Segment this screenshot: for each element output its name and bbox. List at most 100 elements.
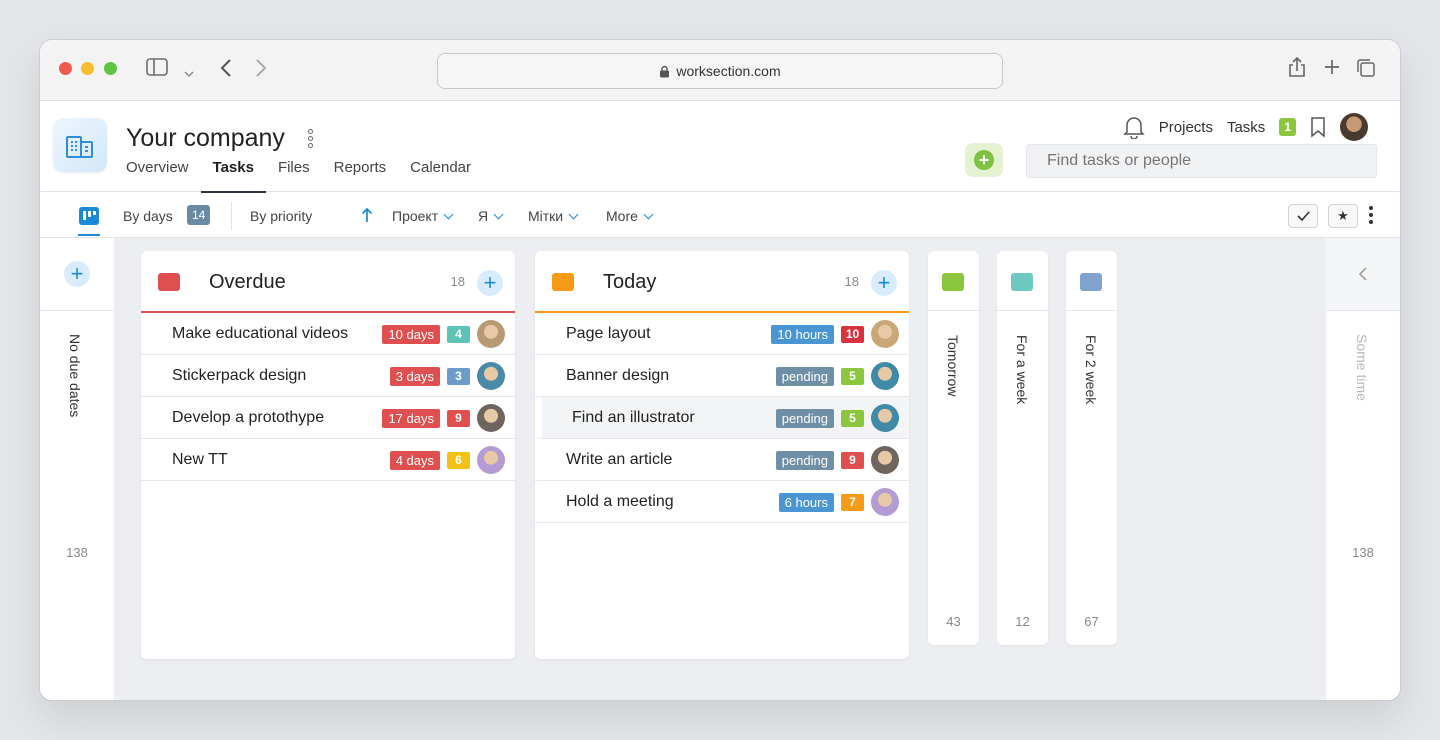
main-tabs: Overview Tasks Files Reports Calendar (126, 159, 483, 193)
user-avatar[interactable] (1340, 113, 1368, 141)
task-name[interactable]: Banner design (566, 367, 669, 385)
overdue-column: Overdue 18 + Make educational videos 10 d… (141, 251, 515, 659)
star-button[interactable]: ★ (1328, 204, 1358, 228)
maximize-dot[interactable] (104, 62, 117, 75)
task-due-label: 6 hours (778, 492, 834, 512)
lock-icon (660, 65, 670, 77)
tomorrow-label: Tomorrow (945, 335, 961, 397)
assignee-avatar[interactable] (871, 404, 899, 432)
task-priority: 3 (447, 367, 470, 385)
overdue-count: 18 (450, 274, 465, 289)
divider (231, 202, 232, 230)
some-time-count: 138 (1352, 545, 1374, 560)
collapse-left-icon[interactable] (1358, 266, 1368, 282)
tab-reports[interactable]: Reports (322, 159, 399, 192)
task-priority: 10 (841, 325, 864, 343)
filter-more[interactable]: More (606, 208, 654, 224)
filter-project[interactable]: Проект (392, 208, 454, 224)
assignee-avatar[interactable] (477, 320, 505, 348)
two-weeks-label: For 2 week (1083, 335, 1099, 405)
new-tab-icon[interactable] (1323, 58, 1341, 80)
sidebar-toggle-icon[interactable] (146, 58, 168, 80)
tasks-badge[interactable]: 1 (1279, 118, 1296, 136)
chevron-down-icon[interactable] (184, 62, 194, 82)
more-menu-icon[interactable] (1369, 205, 1373, 228)
task-row[interactable]: Find an illustrator pending 5 (535, 397, 909, 439)
week-column[interactable]: For a week 12 (997, 251, 1048, 645)
back-icon[interactable] (220, 58, 232, 82)
nav-tasks[interactable]: Tasks (1227, 119, 1265, 136)
task-name[interactable]: Find an illustrator (572, 409, 695, 427)
filter-me[interactable]: Я (478, 208, 504, 224)
tab-overview[interactable]: Overview (126, 159, 201, 192)
assignee-avatar[interactable] (871, 446, 899, 474)
add-today-button[interactable]: + (871, 270, 897, 296)
today-count: 18 (844, 274, 859, 289)
company-logo[interactable] (53, 118, 107, 172)
view-underline (78, 234, 100, 236)
assignee-avatar[interactable] (871, 488, 899, 516)
filter-more-label: More (606, 208, 638, 224)
filter-tags[interactable]: Мітки (528, 208, 579, 224)
tomorrow-color (942, 273, 964, 291)
assignee-avatar[interactable] (871, 362, 899, 390)
tab-tasks[interactable]: Tasks (200, 159, 267, 193)
task-due-label: 10 hours (771, 324, 834, 344)
tab-files[interactable]: Files (266, 159, 322, 192)
assignee-avatar[interactable] (477, 404, 505, 432)
today-task-list: Page layout 10 hours 10 Banner design pendin… (535, 313, 909, 523)
task-row[interactable]: Stickerpack design 3 days 3 (141, 355, 515, 397)
no-due-count: 138 (66, 545, 88, 560)
task-row[interactable]: Banner design pending 5 (535, 355, 909, 397)
add-no-due-button[interactable]: + (64, 261, 90, 287)
company-name[interactable]: Your company (126, 124, 285, 153)
some-time-label: Some time (1354, 334, 1370, 401)
address-bar[interactable]: worksection.com (437, 53, 1003, 89)
checkmark-button[interactable] (1288, 204, 1318, 228)
no-due-label: No due dates (67, 334, 83, 418)
board-view-icon[interactable] (79, 207, 99, 228)
assignee-avatar[interactable] (871, 320, 899, 348)
assignee-avatar[interactable] (477, 446, 505, 474)
week-label: For a week (1014, 335, 1030, 405)
task-name[interactable]: Stickerpack design (172, 367, 306, 385)
assignee-avatar[interactable] (477, 362, 505, 390)
task-name[interactable]: Develop a protothype (172, 409, 324, 427)
two-weeks-column[interactable]: For 2 week 67 (1066, 251, 1117, 645)
task-due-label: pending (775, 366, 834, 386)
tab-calendar[interactable]: Calendar (398, 159, 483, 192)
task-name[interactable]: New TT (172, 451, 228, 469)
add-overdue-button[interactable]: + (477, 270, 503, 296)
task-row[interactable]: Write an article pending 9 (535, 439, 909, 481)
task-name[interactable]: Make educational videos (172, 325, 348, 343)
forward-icon[interactable] (255, 58, 267, 82)
search-input[interactable] (1026, 144, 1377, 178)
task-row[interactable]: Page layout 10 hours 10 (535, 313, 909, 355)
task-name[interactable]: Write an article (566, 451, 672, 469)
task-name[interactable]: Hold a meeting (566, 493, 674, 511)
by-priority-toggle[interactable]: By priority (250, 208, 312, 224)
check-icon (1296, 211, 1310, 221)
task-due-label: 3 days (389, 366, 440, 386)
tabs-overview-icon[interactable] (1356, 58, 1376, 82)
task-due-label: pending (775, 408, 834, 428)
add-task-button[interactable]: + (965, 143, 1003, 177)
company-menu-icon[interactable] (308, 129, 314, 151)
filter-tags-label: Мітки (528, 208, 564, 224)
task-name[interactable]: Page layout (566, 325, 651, 343)
tomorrow-column[interactable]: Tomorrow 43 (928, 251, 979, 645)
nav-projects[interactable]: Projects (1159, 119, 1213, 136)
task-row[interactable]: Hold a meeting 6 hours 7 (535, 481, 909, 523)
bell-icon[interactable] (1122, 115, 1145, 139)
close-dot[interactable] (59, 62, 72, 75)
minimize-dot[interactable] (81, 62, 94, 75)
task-row[interactable]: Make educational videos 10 days 4 (141, 313, 515, 355)
sort-arrow-icon[interactable] (361, 207, 373, 226)
bookmark-icon[interactable] (1310, 116, 1326, 138)
share-icon[interactable] (1288, 56, 1306, 82)
task-row[interactable]: New TT 4 days 6 (141, 439, 515, 481)
task-row[interactable]: Develop a protothype 17 days 9 (141, 397, 515, 439)
browser-window: worksection.com Your company Overview Ta… (40, 40, 1400, 700)
by-days-toggle[interactable]: By days (123, 208, 173, 224)
today-color (552, 273, 574, 291)
